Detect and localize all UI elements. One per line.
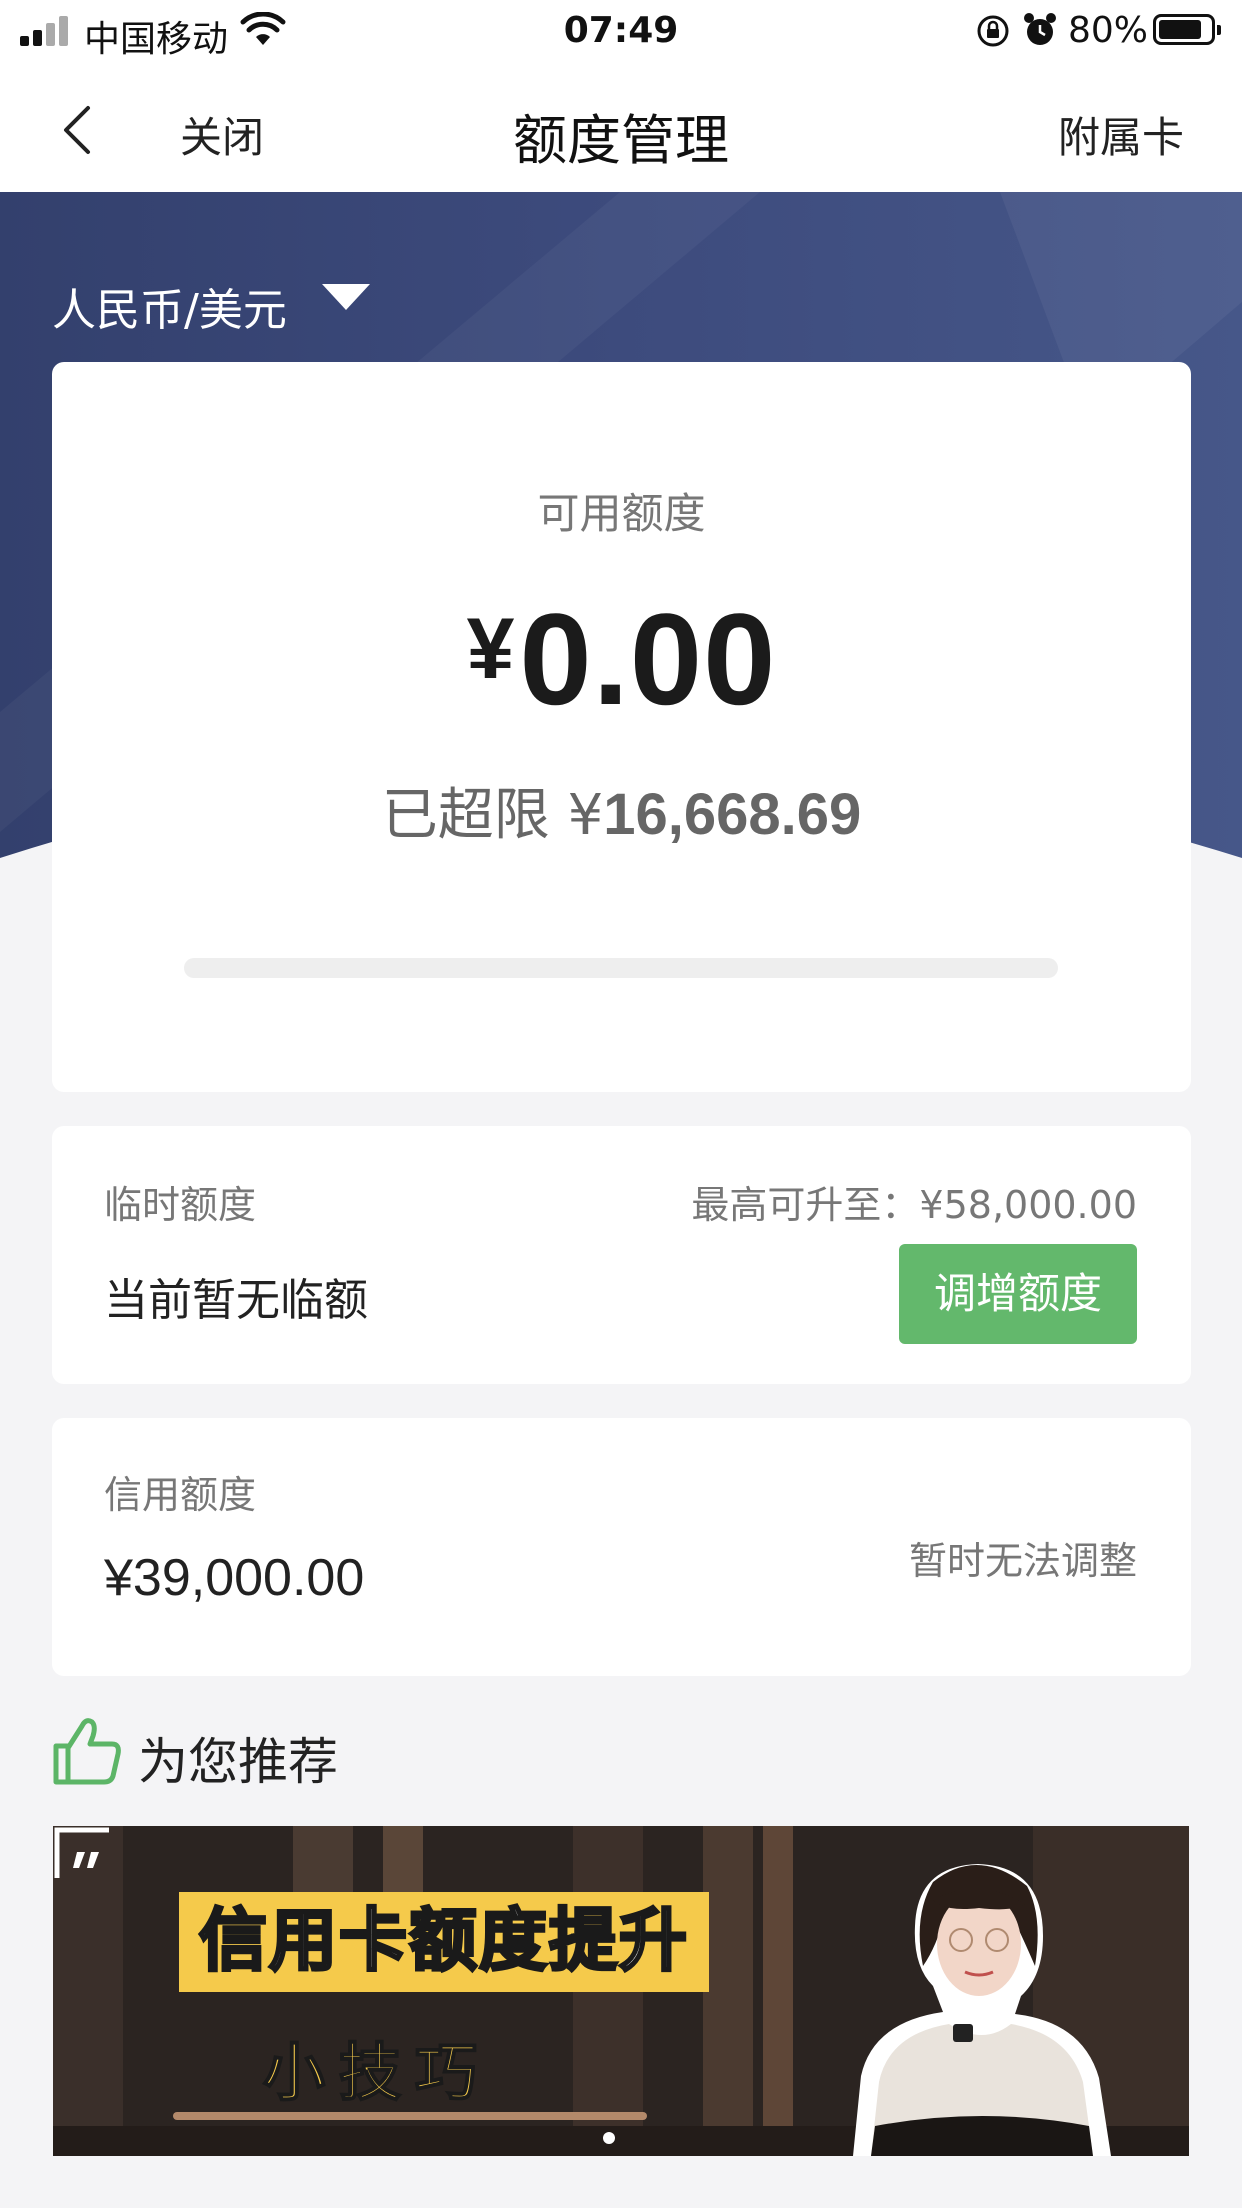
credit-limit-card: 信用额度 ¥39,000.00 暂时无法调整 — [52, 1418, 1191, 1676]
temporary-limit-label: 临时额度 — [104, 1183, 257, 1227]
available-label: 可用额度 — [537, 489, 706, 538]
currency-symbol: ¥ — [466, 601, 516, 697]
banner-subtitle: 小技巧 — [262, 2035, 492, 2110]
triangle-down-icon[interactable] — [322, 284, 370, 310]
over-limit-line: 已超限 ¥16,668.69 — [52, 770, 1191, 851]
available-amount-value: 0.00 — [519, 586, 777, 732]
credit-limit-amount: ¥39,000.00 — [104, 1549, 365, 1607]
banner-title: 信用卡额度提升 — [179, 1892, 710, 1992]
carousel-dot[interactable] — [603, 2132, 615, 2144]
over-limit-symbol: ¥ — [567, 783, 604, 848]
over-limit-label: 已超限 — [381, 783, 550, 848]
orientation-lock-icon — [977, 15, 1009, 47]
alarm-icon — [1024, 13, 1056, 45]
status-bar: 中国移动 07:49 80% — [0, 0, 1242, 64]
page-title: 额度管理 — [513, 109, 729, 172]
recommend-title: 为您推荐 — [138, 1733, 338, 1791]
thumbs-up-icon — [53, 1718, 121, 1785]
available-amount: ¥0.00 — [52, 584, 1191, 734]
temporary-limit-status: 当前暂无临额 — [104, 1275, 368, 1326]
battery-percent: 80% — [1068, 10, 1149, 51]
over-limit-amount: 16,668.69 — [603, 782, 862, 847]
credit-limit-label: 信用额度 — [104, 1473, 257, 1517]
battery-icon — [1153, 14, 1221, 45]
usage-progress-bar — [184, 958, 1058, 978]
temporary-limit-card: 临时额度 最高可升至：¥58,000.00 当前暂无临额 调增额度 — [52, 1126, 1191, 1384]
supplementary-card-button[interactable]: 附属卡 — [1058, 104, 1184, 165]
promo-banner[interactable]: 信用卡额度提升 小技巧 — [53, 1826, 1189, 2156]
nav-bar: 关闭 额度管理 附属卡 — [0, 64, 1242, 192]
available-credit-card: 可用额度 ¥0.00 已超限 ¥16,668.69 — [52, 362, 1191, 1092]
quote-icon — [54, 1827, 109, 1878]
banner-underline — [173, 2112, 647, 2120]
temporary-max-label: 最高可升至：¥58,000.00 — [691, 1183, 1137, 1227]
currency-selector[interactable]: 人民币/美元 — [52, 274, 287, 338]
raise-limit-button[interactable]: 调增额度 — [899, 1244, 1137, 1344]
credit-limit-note: 暂时无法调整 — [908, 1539, 1137, 1583]
